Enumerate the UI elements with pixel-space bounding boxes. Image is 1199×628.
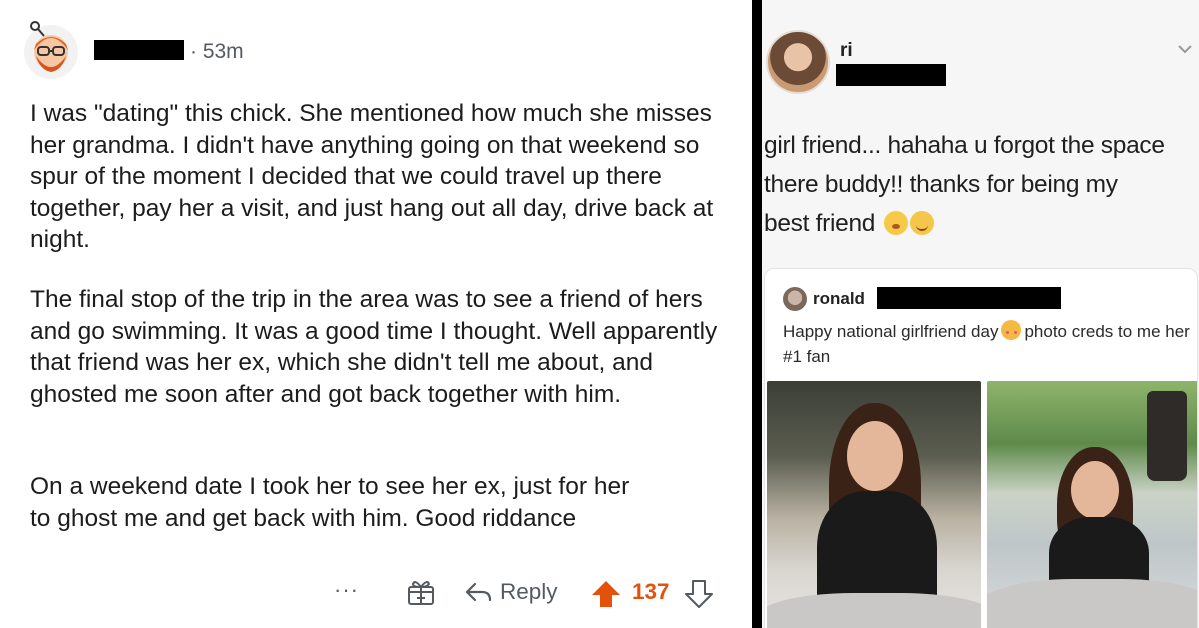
comment-paragraph-2: The final stop of the trip in the area w… — [30, 286, 718, 408]
redacted-handle — [836, 64, 946, 86]
comment-paragraph-1: I was "dating" this chick. She mentioned… — [30, 100, 714, 253]
tweet-text: girl friend... hahaha u forgot the space… — [764, 126, 1196, 243]
comment-timestamp: · 53m — [190, 40, 244, 63]
downvote-arrow-icon[interactable] — [684, 576, 714, 612]
user-avatar-icon[interactable] — [22, 16, 80, 80]
quoted-author-name[interactable]: ronald — [813, 289, 865, 309]
reddit-comment: · 53m I was "dating" this chick. She men… — [0, 0, 752, 628]
quoted-tweet-text: Happy national girlfriend day photo creds… — [783, 319, 1193, 369]
quoted-photo-1[interactable] — [767, 381, 981, 628]
gift-icon[interactable] — [406, 577, 436, 607]
tweet-author-name[interactable]: ri — [840, 40, 853, 62]
tweet-screenshot: ri girl friend... hahaha u forgot the sp… — [762, 0, 1199, 628]
quoted-photo-2[interactable] — [987, 381, 1197, 628]
tweet-text-line-2: there buddy!! thanks for being my — [764, 171, 1118, 198]
hushed-face-icon — [883, 211, 908, 235]
tweet-text-line-3-wrap: best friend — [764, 204, 1196, 243]
more-options-button[interactable]: ··· — [334, 572, 359, 608]
redacted-username — [94, 40, 184, 60]
relieved-face-icon — [909, 211, 934, 235]
redacted-quoted-handle — [877, 287, 1061, 309]
upvote-arrow-icon[interactable] — [590, 576, 622, 612]
smiling-face-with-hearts-icon — [1001, 320, 1022, 340]
panel-divider — [752, 0, 762, 628]
quoted-tweet-card[interactable]: ronald Happy national girlfriend day phot… — [764, 268, 1198, 628]
vote-score: 137 — [632, 579, 670, 604]
reply-button[interactable]: Reply — [464, 574, 558, 610]
chevron-down-icon[interactable] — [1177, 44, 1193, 54]
quoted-author-avatar[interactable] — [783, 287, 807, 311]
reply-label: Reply — [500, 579, 558, 604]
reply-arrow-icon — [465, 582, 492, 602]
quoted-text-before: Happy national girlfriend day — [783, 322, 999, 341]
tweet-text-line-1: girl friend... hahaha u forgot the space — [764, 132, 1165, 159]
tweet-text-line-3: best friend — [764, 210, 876, 237]
tweet-author-avatar[interactable] — [766, 30, 830, 94]
comment-paragraph-3: On a weekend date I took her to see her … — [30, 473, 630, 532]
